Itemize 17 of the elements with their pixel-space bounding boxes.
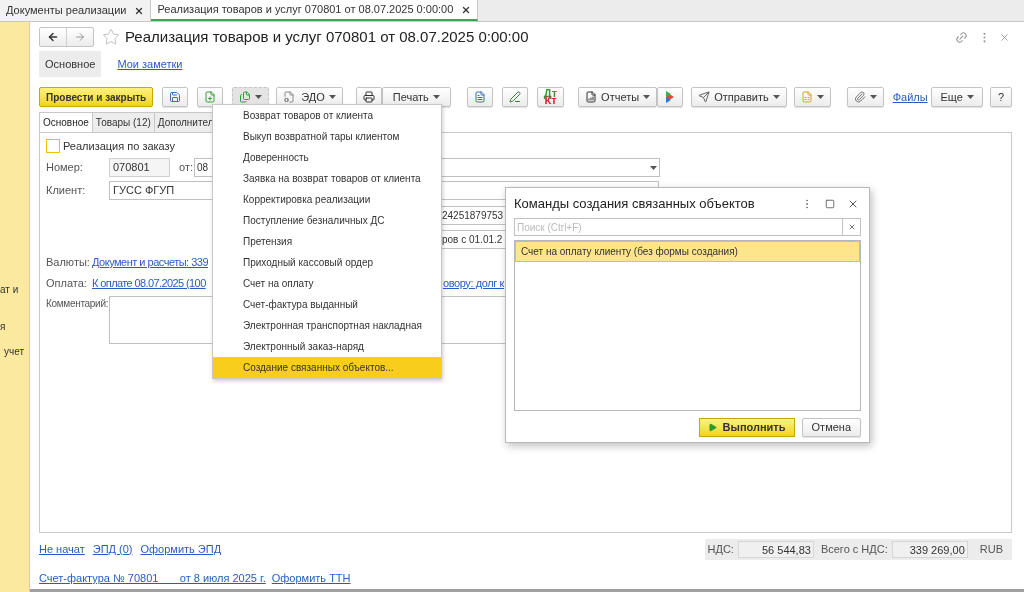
vat-label: НДС: — [707, 541, 734, 557]
field-label: Клиент: — [46, 183, 87, 199]
field-value: ГУСС ФГУП — [113, 183, 175, 199]
window-title: Реализация товаров и услуг 070801 от 08.07.2025 0:00:00 — [125, 26, 529, 47]
tab-label: Реализация товаров и услуг 070801 от 08.07.2025 0:00:00 — [157, 2, 454, 18]
vat-field: 56 544,83 — [737, 540, 814, 558]
field-label: Номер: — [46, 160, 84, 176]
field-label: Оплата: — [46, 275, 88, 291]
field-label: Комментарий: — [46, 297, 109, 311]
field-label: Валюты: — [46, 254, 91, 270]
currency-label: RUB — [979, 541, 1003, 557]
checkbox-label: Реализация по заказу — [63, 138, 176, 154]
total-field: 339 269,00 — [891, 540, 968, 558]
field-label: от: — [179, 160, 194, 176]
tab-label: Документы реализации — [6, 3, 127, 19]
total-label: Всего с НДС: — [820, 541, 888, 557]
field-value: 08 — [197, 161, 209, 175]
